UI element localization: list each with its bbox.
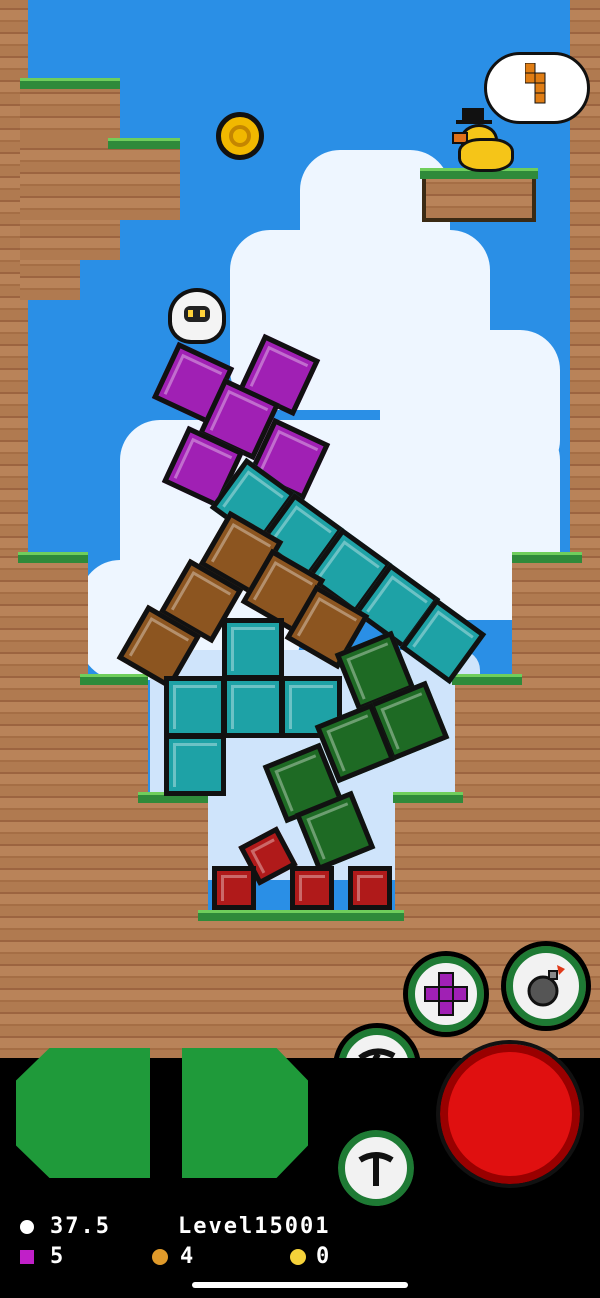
grass xyxy=(452,674,522,685)
tetromino-block xyxy=(222,618,284,680)
terrain-left-slope xyxy=(20,220,120,260)
floating-platform xyxy=(422,172,536,222)
grass xyxy=(20,78,120,89)
tetromino-block xyxy=(212,866,256,910)
terrain-left-ledge xyxy=(20,140,180,220)
terrain-left-slope xyxy=(20,260,80,300)
coin-icon xyxy=(216,112,264,160)
tetromino-block xyxy=(164,734,226,796)
grass xyxy=(18,552,88,563)
clock-icon xyxy=(20,1220,34,1234)
grass xyxy=(393,792,463,803)
bombs-count: 4 xyxy=(180,1244,196,1269)
bomb-icon xyxy=(152,1249,168,1265)
duck-character xyxy=(452,108,514,172)
move-right-button[interactable] xyxy=(182,1048,308,1178)
hud-panel: 37.5 Level15001 5 4 0 xyxy=(0,1040,600,1298)
coin-icon xyxy=(290,1249,306,1265)
place-block-button[interactable] xyxy=(403,951,489,1037)
grass xyxy=(108,138,180,149)
bomb-button[interactable] xyxy=(501,941,591,1031)
plus-block-icon xyxy=(424,972,468,1016)
terrain-left-ledge-top xyxy=(20,80,120,140)
grass xyxy=(80,674,148,685)
drop-button[interactable] xyxy=(436,1040,584,1188)
tetromino-icon xyxy=(525,63,546,104)
blocks-count: 5 xyxy=(50,1244,66,1269)
tetromino-block xyxy=(348,866,392,910)
timer-value: 37.5 xyxy=(50,1214,111,1239)
rotate-arrow-icon xyxy=(358,1152,394,1186)
grass xyxy=(198,910,404,921)
level-label: Level15001 xyxy=(178,1214,331,1239)
bomb-icon xyxy=(527,965,565,1007)
block-icon xyxy=(20,1250,34,1264)
home-indicator[interactable] xyxy=(192,1282,408,1288)
tetromino-block xyxy=(290,866,334,910)
coins-count: 0 xyxy=(316,1244,332,1269)
grass xyxy=(512,552,582,563)
ghost-character xyxy=(168,288,226,344)
tetromino-block xyxy=(222,676,284,738)
tetromino-block xyxy=(164,676,226,738)
rotate-button[interactable] xyxy=(333,1125,419,1211)
move-left-button[interactable] xyxy=(16,1048,150,1178)
